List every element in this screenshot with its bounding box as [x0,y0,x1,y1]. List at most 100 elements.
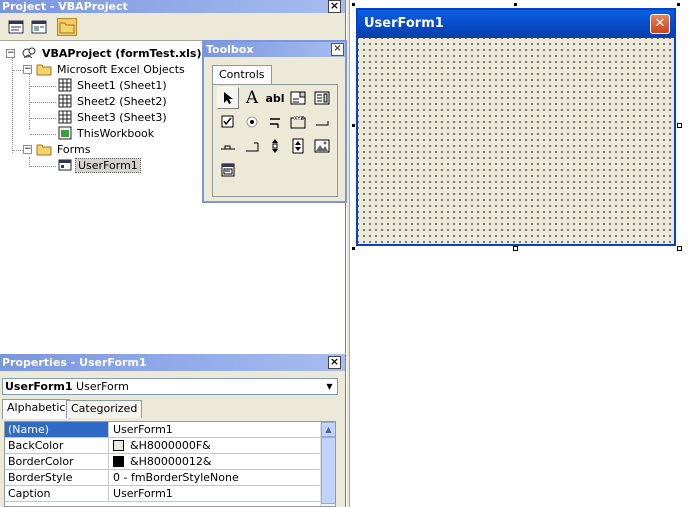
view-code-icon [8,20,24,34]
togglebutton-icon[interactable] [264,111,286,133]
checkbox-icon[interactable] [217,111,239,133]
property-value[interactable]: UserForm1 [111,422,173,437]
tree-label-root: VBAProject (formTest.xls) [42,46,202,60]
property-value[interactable]: 0 - fmBorderStyleNone [111,470,239,485]
tree-node-sheet2[interactable]: Sheet2 (Sheet2) [58,93,169,109]
tree-node-userform1[interactable]: UserForm1 [58,157,141,173]
tree-node-forms[interactable]: − Forms [23,141,92,157]
tree-label-thisworkbook: ThisWorkbook [77,126,155,140]
property-value[interactable]: &H80000012& [111,454,211,469]
worksheet-icon [58,110,72,124]
userform-titlebar[interactable]: UserForm1 ✕ [358,10,674,38]
tree-label-sheet1: Sheet1 (Sheet1) [77,78,167,92]
project-explorer-title: Project - VBAProject × [0,0,345,13]
textbox-icon[interactable]: abl [264,87,286,109]
toolbox-controls-panel: A abl XYZ [212,84,338,197]
property-name: (Name) [5,422,109,437]
resize-handle [351,246,356,251]
userform-designer[interactable]: UserForm1 ✕ [356,8,676,246]
resize-handle-bottom[interactable] [513,246,518,251]
property-value-text: &H8000000F& [130,439,211,452]
object-type: UserForm [76,380,129,393]
tab-controls[interactable]: Controls [212,65,272,85]
listbox-icon[interactable] [311,87,333,109]
dropdown-arrow-icon[interactable]: ▼ [323,380,336,393]
vba-project-icon [22,47,36,59]
frame-icon[interactable]: XYZ [287,111,309,133]
view-code-button[interactable] [6,18,26,36]
select-objects-icon[interactable] [217,87,239,109]
property-row-borderstyle[interactable]: BorderStyle 0 - fmBorderStyleNone [5,470,321,486]
properties-title: Properties - UserForm1 × [0,354,345,371]
scrollbar-icon[interactable] [264,135,286,157]
project-explorer-title-text: Project - VBAProject [2,0,128,13]
resize-handle-right[interactable] [677,123,682,128]
folder-open-icon [36,64,52,76]
tree-label-sheet3: Sheet3 (Sheet3) [77,110,167,124]
label-icon[interactable]: A [241,87,263,109]
property-name: Caption [5,486,109,501]
resize-handle-corner[interactable] [677,246,682,251]
svg-text:XYZ: XYZ [294,116,304,122]
view-object-button[interactable] [29,18,49,36]
view-object-icon [31,20,47,34]
property-row-name[interactable]: (Name) UserForm1 [5,422,321,438]
tree-label-userform1: UserForm1 [75,157,141,173]
scroll-up-icon[interactable]: ▲ [321,422,335,437]
properties-grid: (Name) UserForm1 BackColor &H8000000F& B… [4,421,336,507]
tree-node-sheet1[interactable]: Sheet1 (Sheet1) [58,77,169,93]
property-row-backcolor[interactable]: BackColor &H8000000F& [5,438,321,454]
color-swatch [113,440,124,451]
property-value-text: UserForm1 [113,423,173,436]
properties-tabs: Alphabetic Categorized [2,399,342,419]
object-selector-combo[interactable]: UserForm1 UserForm ▼ [2,378,338,395]
scroll-thumb[interactable] [321,437,335,504]
toolbox-close-button[interactable]: × [331,43,344,56]
tree-label-sheet2: Sheet2 (Sheet2) [77,94,167,108]
spinbutton-icon[interactable] [287,135,309,157]
toolbox-window: Toolbox × Controls A abl XYZ [202,40,347,203]
tree-node-excel-objects[interactable]: − Microsoft Excel Objects [23,61,187,77]
property-row-bordercolor[interactable]: BorderColor &H80000012& [5,454,321,470]
tabstrip-icon[interactable] [217,135,239,157]
collapse-icon[interactable]: − [23,64,32,74]
tab-alphabetic[interactable]: Alphabetic [2,399,71,419]
resize-handle [351,123,356,128]
resize-handle [676,2,681,7]
tab-categorized[interactable]: Categorized [66,400,143,418]
project-close-button[interactable]: × [328,0,341,13]
property-value[interactable]: &H8000000F& [111,438,211,453]
worksheet-icon [58,78,72,92]
tree-node-vbaproject[interactable]: − VBAProject (formTest.xls) [6,45,203,61]
multipage-icon[interactable] [241,135,263,157]
tree-node-sheet3[interactable]: Sheet3 (Sheet3) [58,109,169,125]
userform-grid-surface[interactable] [358,38,674,244]
toolbox-title: Toolbox [206,43,254,56]
combobox-icon[interactable] [287,87,309,109]
image-icon[interactable] [311,135,333,157]
collapse-icon[interactable]: − [23,144,32,154]
property-name: BorderStyle [5,470,109,485]
project-toolbar [0,13,345,41]
refedit-icon[interactable] [217,159,239,181]
workbook-icon [58,126,72,140]
properties-scrollbar[interactable]: ▲ [320,422,335,506]
tree-label-excel-objects: Microsoft Excel Objects [57,62,185,76]
folder-icon [59,22,75,34]
property-value-text: &H80000012& [130,455,212,468]
userform-icon [58,159,72,171]
userform-close-icon[interactable]: ✕ [650,14,670,34]
worksheet-icon [58,94,72,108]
properties-title-text: Properties - UserForm1 [2,356,147,369]
collapse-icon[interactable]: − [6,48,15,58]
property-name: BackColor [5,438,109,453]
property-value[interactable]: UserForm1 [111,486,173,501]
resize-handle [351,2,356,7]
optionbutton-icon[interactable] [241,111,263,133]
property-row-caption[interactable]: Caption UserForm1 [5,486,321,502]
toolbox-titlebar[interactable]: Toolbox × [204,42,345,57]
commandbutton-icon[interactable] [311,111,333,133]
tree-node-thisworkbook[interactable]: ThisWorkbook [58,125,156,141]
properties-close-button[interactable]: × [328,356,341,369]
toggle-folders-button[interactable] [57,18,77,36]
